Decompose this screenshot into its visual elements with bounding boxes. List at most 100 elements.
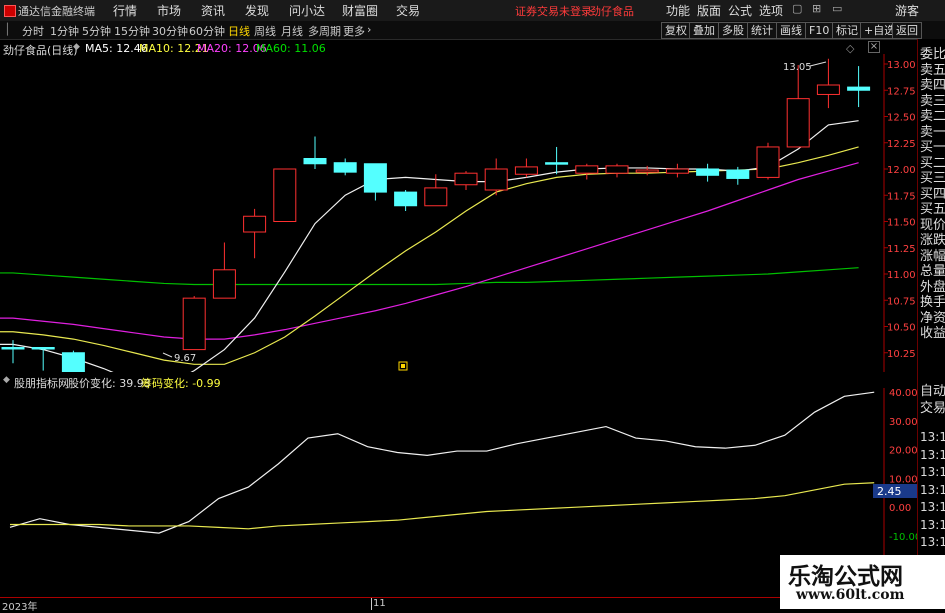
price-tick-label: 12.50 [887, 113, 916, 124]
quote-label: 买二 [920, 155, 945, 171]
candle-body [696, 168, 720, 176]
quote-label: 卖三 [920, 93, 945, 109]
price-tick-label: 10.75 [887, 296, 916, 307]
candle-body [545, 162, 569, 165]
candle-body [31, 347, 55, 350]
price-tick-label: 13.00 [887, 60, 916, 71]
candle-body [635, 169, 659, 173]
indicator-lines [9, 391, 875, 534]
button-diejia[interactable]: 叠加 [689, 22, 719, 39]
minimize-icon[interactable]: ▢ [792, 2, 802, 15]
indicator-tick-label: 0.00 [889, 503, 911, 514]
period-60min[interactable]: 60分钟 [189, 23, 225, 39]
menu-banmian[interactable]: 版面 [697, 2, 721, 19]
button-biaoji[interactable]: 标记 [832, 22, 862, 39]
price-tick-label: 11.50 [887, 218, 916, 229]
quote-label: 换手 [920, 295, 945, 310]
quote-panel: 委比 卖五 卖四 卖三 卖二 卖一 买一 买二 买三 买四 买五 现价 涨跌 涨幅 总量 外盘 换手 净资 收益 自动… [917, 39, 945, 609]
candle-body [424, 187, 448, 207]
quote-label: 总量 [920, 264, 945, 279]
ma5-line [0, 120, 859, 372]
period-toolbar: │ 分时 1分钟 5分钟 15分钟 30分钟 60分钟 日线 周线 月线 多周期… [0, 21, 945, 40]
menu-hangqing[interactable]: 行情 [113, 2, 137, 19]
candle-body [665, 168, 689, 174]
price-tick-label: 12.00 [887, 165, 916, 176]
time-label: 13:15 [920, 517, 945, 532]
period-fenshi[interactable]: 分时 [22, 23, 44, 39]
indicator-settings-icon[interactable]: ◆ [3, 375, 10, 385]
price-tick-label: 12.25 [887, 139, 916, 150]
indicator-tick-label: 40.00 [889, 388, 917, 399]
menu-faxian[interactable]: 发现 [245, 2, 269, 19]
period-weekly[interactable]: 周线 [254, 23, 276, 39]
candle-body [605, 165, 629, 174]
quote-label: 买五 [920, 202, 945, 217]
candle-body [816, 84, 840, 95]
candles [1, 58, 871, 372]
quote-label: 买四 [920, 186, 945, 202]
period-30min[interactable]: 30分钟 [152, 23, 188, 39]
button-back[interactable]: 返回 [892, 22, 922, 39]
menu-jiaoyi[interactable]: 交易 [396, 2, 420, 19]
maximize-icon[interactable]: ▭ [832, 2, 842, 15]
high-price-label: 13.05 [783, 62, 812, 73]
period-monthly[interactable]: 月线 [281, 23, 303, 39]
candle-body [303, 158, 327, 165]
quote-label: 外盘 [920, 279, 945, 295]
indicator-tick-label: 30.00 [889, 417, 917, 428]
button-tongji[interactable]: 统计 [747, 22, 777, 39]
menu-gongneng[interactable]: 功能 [666, 2, 690, 19]
period-more[interactable]: 更多 [343, 23, 365, 39]
time-label: 13:15 [920, 482, 945, 497]
ma-lines [0, 120, 859, 372]
period-5min[interactable]: 5分钟 [82, 23, 111, 39]
quote-label: 涨跌 [920, 233, 945, 248]
title-bar: 通达信金融终端 行情 市场 资讯 发现 问小达 财富圈 交易 证券交易未登录 劲… [0, 0, 945, 22]
quote-label: 委比 [920, 47, 945, 62]
menu-grid-icon[interactable]: ⊞ [812, 2, 821, 15]
menu-caifuquan[interactable]: 财富圈 [342, 2, 378, 19]
button-f10[interactable]: F10 [805, 22, 834, 39]
menu-shichang[interactable]: 市场 [157, 2, 181, 19]
candle-body [61, 352, 85, 372]
candle-body [243, 215, 267, 233]
user-guest[interactable]: 游客 [895, 2, 919, 19]
button-huaxian[interactable]: 画线 [776, 22, 806, 39]
button-fuquan[interactable]: 复权 [661, 22, 691, 39]
price-tick-label: 12.75 [887, 86, 916, 97]
period-15min[interactable]: 15分钟 [114, 23, 150, 39]
kline-chart[interactable]: 13.00 12.75 12.50 12.25 12.00 11.75 11.50 11.25… [0, 39, 917, 372]
period-daily[interactable]: 日线 [228, 23, 250, 39]
time-label: 13:15 [920, 447, 945, 462]
quote-label: 买三 [920, 171, 945, 186]
quote-label: 卖五 [920, 62, 945, 78]
button-duogu[interactable]: 多股 [718, 22, 748, 39]
candle-body [786, 98, 810, 148]
quote-lower-label[interactable]: 交易 [920, 401, 945, 416]
quote-label: 卖二 [920, 109, 945, 124]
toolbar-handle-icon: │ [4, 23, 11, 36]
quote-label: 涨幅 [920, 248, 945, 264]
login-notice[interactable]: 证券交易未登录 [515, 3, 592, 19]
high-marker: 13.05 [783, 61, 827, 73]
cursor-value: 2.45 [877, 485, 902, 498]
x-axis-year: 2023年 [2, 602, 38, 613]
quote-label: 净资 [920, 310, 945, 326]
menu-zixun[interactable]: 资讯 [201, 2, 225, 19]
menu-gongshi[interactable]: 公式 [728, 2, 752, 19]
price-axis: 13.00 12.75 12.50 12.25 12.00 11.75 11.50 11.25… [884, 60, 916, 360]
candle-body [726, 169, 750, 179]
indicator-tick-label: -10.00 [889, 532, 917, 543]
period-multi[interactable]: 多周期 [308, 23, 341, 39]
app-logo-icon [4, 5, 16, 17]
menu-xuanxiang[interactable]: 选项 [759, 2, 783, 19]
chevron-right-icon[interactable]: › [367, 23, 371, 36]
candle-body [484, 168, 508, 191]
menu-wenxiaoda[interactable]: 问小达 [289, 2, 325, 19]
candle-body [514, 166, 538, 175]
watermark: 乐淘公式网 www.60lt.com [780, 555, 945, 609]
quote-lower-label[interactable]: 自动 [920, 384, 945, 399]
time-label: 13:15 [920, 465, 945, 479]
period-1min[interactable]: 1分钟 [50, 23, 79, 39]
quote-label: 卖一 [920, 124, 945, 140]
